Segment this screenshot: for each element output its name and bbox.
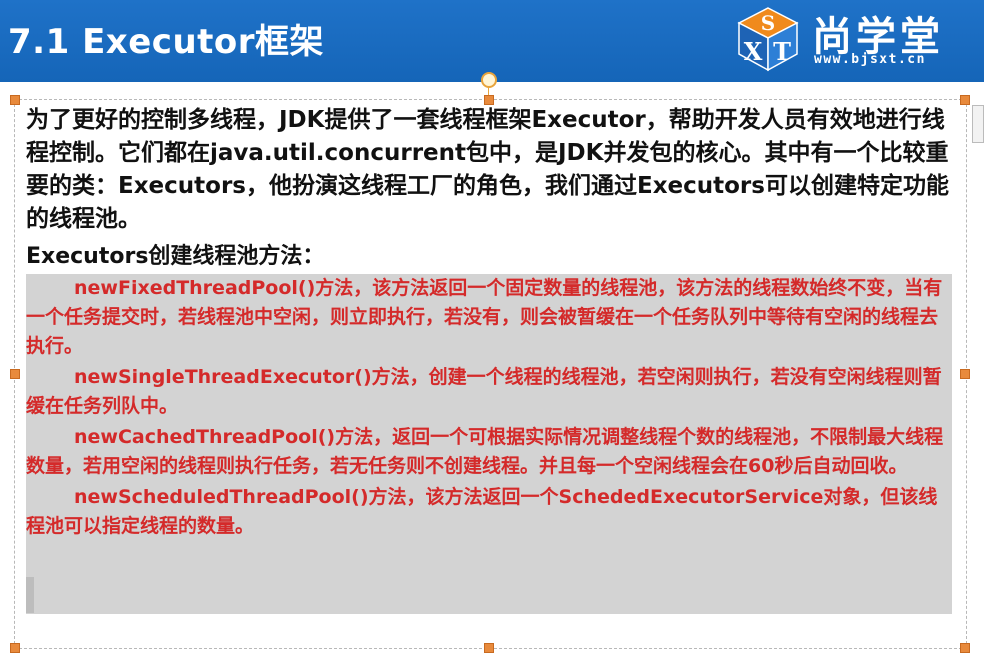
method-scheduled-thread-pool[interactable]: newScheduledThreadPool()方法，该方法返回一个Schede… bbox=[26, 483, 952, 541]
logo-letter-s: S bbox=[760, 11, 776, 35]
intro-paragraph[interactable]: 为了更好的控制多线程，JDK提供了一套线程框架Executor，帮助开发人员有效… bbox=[26, 104, 962, 236]
sxt-logo-icon: S X T bbox=[735, 6, 801, 72]
method-name: newCachedThreadPool() bbox=[74, 426, 336, 448]
logo-letter-x: X bbox=[743, 36, 763, 66]
method-single-thread-executor[interactable]: newSingleThreadExecutor()方法，创建一个线程的线程池，若… bbox=[26, 363, 952, 421]
method-cached-thread-pool[interactable]: newCachedThreadPool()方法，返回一个可根据实际情况调整线程个… bbox=[26, 423, 952, 481]
resize-handle-bottom-left[interactable] bbox=[10, 643, 20, 653]
method-fixed-thread-pool[interactable]: newFixedThreadPool()方法，该方法返回一个固定数量的线程池，该… bbox=[26, 274, 952, 361]
logo-url: www.bjsxt.cn bbox=[814, 52, 926, 67]
method-name: newScheduledThreadPool() bbox=[74, 486, 369, 508]
rotate-handle[interactable] bbox=[481, 72, 497, 88]
slide-body[interactable]: 为了更好的控制多线程，JDK提供了一套线程框架Executor，帮助开发人员有效… bbox=[26, 104, 962, 614]
text-cursor-highlight bbox=[26, 577, 34, 613]
resize-handle-bottom[interactable] bbox=[484, 643, 494, 653]
logo-letter-t: T bbox=[773, 36, 791, 66]
resize-handle-left[interactable] bbox=[10, 369, 20, 379]
resize-handle-bottom-right[interactable] bbox=[960, 643, 970, 653]
resize-handle-top-left[interactable] bbox=[10, 95, 20, 105]
executors-subheading[interactable]: Executors创建线程池方法： bbox=[26, 242, 962, 272]
slide-header: 7.1 Executor框架 S X T 尚学堂 www.bjsxt.cn bbox=[0, 0, 984, 82]
adjacent-object-edge[interactable] bbox=[972, 105, 984, 143]
slide-title[interactable]: 7.1 Executor框架 bbox=[8, 14, 324, 63]
method-name: newSingleThreadExecutor() bbox=[74, 366, 372, 388]
method-list[interactable]: newFixedThreadPool()方法，该方法返回一个固定数量的线程池，该… bbox=[26, 274, 952, 614]
method-name: newFixedThreadPool() bbox=[74, 277, 316, 299]
